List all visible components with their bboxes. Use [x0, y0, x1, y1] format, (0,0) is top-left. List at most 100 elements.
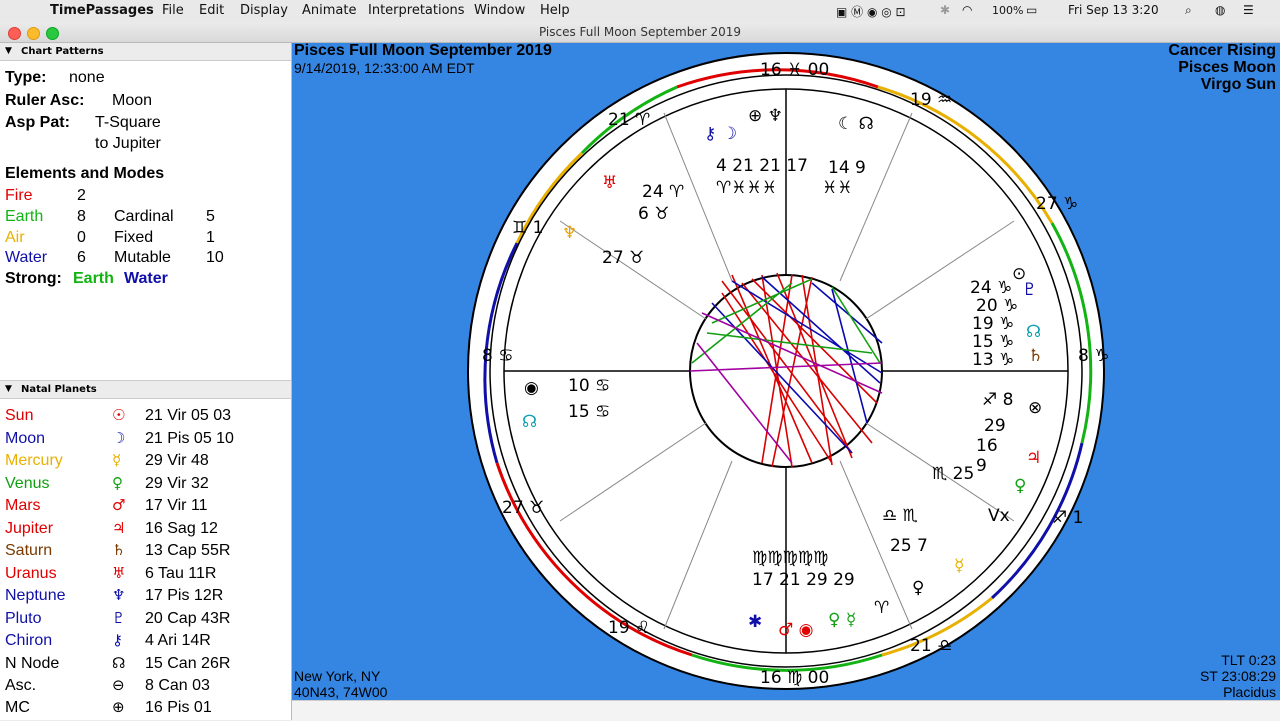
menu-display[interactable]: Display: [240, 3, 288, 18]
svg-text:27 ♉: 27 ♉: [502, 498, 544, 518]
element-earth-count: 8: [77, 208, 86, 225]
chart-patterns-header[interactable]: ▼ Chart Patterns: [0, 43, 291, 61]
menu-interpretations[interactable]: Interpretations: [368, 3, 465, 18]
menu-edit[interactable]: Edit: [199, 3, 224, 18]
element-air: Air: [5, 229, 25, 246]
svg-text:♀ ☿: ♀ ☿: [828, 610, 856, 630]
planet-name[interactable]: Venus: [5, 475, 49, 493]
svg-text:4 21 21 17: 4 21 21 17: [716, 156, 808, 176]
planet-name[interactable]: Saturn: [5, 542, 52, 560]
siri-icon[interactable]: ◍: [1215, 3, 1225, 17]
status-app-icons[interactable]: ▣ Ⓜ ◉ ◎ ⊡: [836, 3, 906, 20]
tlt-readout: TLT 0:23: [1221, 652, 1276, 668]
svg-text:8 ♋: 8 ♋: [482, 346, 513, 366]
svg-text:20 ♑: 20 ♑: [976, 296, 1018, 316]
element-water-count: 6: [77, 249, 86, 266]
menu-window[interactable]: Window: [474, 3, 525, 18]
svg-text:♅: ♅: [602, 173, 617, 193]
svg-text:♐ 8: ♐ 8: [982, 390, 1013, 410]
planet-name[interactable]: Mars: [5, 497, 41, 515]
bluetooth-icon[interactable]: ✱: [940, 3, 950, 17]
planet-name[interactable]: Chiron: [5, 632, 52, 650]
natal-planets-header[interactable]: ▼ Natal Planets: [0, 380, 291, 399]
wifi-icon[interactable]: ◠: [962, 3, 972, 17]
chart-area[interactable]: 16 ♓ 00 16 ♍ 00 19 ♒ 21 ♈ 27 ♑ ♊ 1 8 ♋ 8…: [292, 43, 1280, 700]
status-bar: [292, 700, 1280, 721]
svg-text:⚷ ☽: ⚷ ☽: [704, 124, 737, 144]
svg-text:13 ♑: 13 ♑: [972, 350, 1014, 370]
disclosure-triangle-icon[interactable]: ▼: [5, 381, 12, 398]
mode-fixed-count: 1: [206, 229, 215, 246]
chart-patterns-title: Chart Patterns: [21, 46, 104, 57]
close-button[interactable]: [8, 27, 21, 40]
planet-position: 16 Sag 12: [145, 520, 218, 537]
svg-text:17 21 29 29: 17 21 29 29: [752, 570, 855, 590]
neptune-icon: ♆: [112, 586, 126, 604]
menu-animate[interactable]: Animate: [302, 3, 356, 18]
sun-sign: Virgo Sun: [1200, 76, 1276, 93]
ruler-asc-value: Moon: [112, 92, 153, 109]
planet-name[interactable]: Pluto: [5, 610, 41, 628]
battery-icon[interactable]: ▭: [1026, 3, 1037, 17]
planet-position: 20 Cap 43R: [145, 610, 231, 627]
element-water: Water: [5, 249, 48, 266]
type-value: none: [69, 69, 105, 86]
minimize-button[interactable]: [27, 27, 40, 40]
planet-name[interactable]: Neptune: [5, 587, 66, 605]
planet-name[interactable]: Asc.: [5, 677, 36, 695]
menu-help[interactable]: Help: [540, 3, 570, 18]
midheaven-icon: ⊕: [112, 698, 125, 716]
planet-position: 16 Pis 01: [145, 699, 212, 716]
svg-text:21 ♎: 21 ♎: [910, 636, 952, 656]
chart-title: Pisces Full Moon September 2019: [294, 42, 552, 59]
planet-position: 6 Tau 11R: [145, 565, 217, 582]
menu-file[interactable]: File: [162, 3, 184, 18]
clock[interactable]: Fri Sep 13 3:20: [1068, 3, 1159, 17]
mode-fixed: Fixed: [114, 229, 154, 246]
moon-icon: ☽: [112, 429, 126, 447]
svg-text:21 ♈: 21 ♈: [608, 110, 650, 130]
svg-text:14 9: 14 9: [828, 158, 866, 178]
svg-text:◉: ◉: [524, 378, 539, 398]
planet-name[interactable]: Uranus: [5, 565, 57, 583]
disclosure-triangle-icon[interactable]: ▼: [5, 43, 12, 60]
type-label: Type:: [5, 69, 47, 86]
spotlight-search-icon[interactable]: ⌕: [1185, 3, 1192, 18]
planet-position: 21 Vir 05 03: [145, 407, 231, 424]
chiron-icon: ⚷: [112, 631, 123, 649]
chart-wheel[interactable]: 16 ♓ 00 16 ♍ 00 19 ♒ 21 ♈ 27 ♑ ♊ 1 8 ♋ 8…: [292, 43, 1280, 700]
svg-text:8 ♑: 8 ♑: [1078, 346, 1109, 366]
planet-name[interactable]: Mercury: [5, 452, 63, 470]
window-titlebar: Pisces Full Moon September 2019: [0, 22, 1280, 43]
svg-text:♆: ♆: [562, 223, 577, 243]
planet-position: 29 Vir 32: [145, 475, 209, 492]
planet-name[interactable]: N Node: [5, 655, 59, 673]
element-air-count: 0: [77, 229, 86, 246]
planet-name[interactable]: Jupiter: [5, 520, 53, 538]
planet-position: 15 Can 26R: [145, 655, 231, 672]
svg-text:29: 29: [984, 416, 1006, 436]
planet-name[interactable]: Moon: [5, 430, 45, 448]
menu-app-name[interactable]: TimePassages: [50, 3, 154, 18]
strong-label: Strong:: [5, 270, 62, 287]
svg-text:☊: ☊: [1026, 322, 1041, 342]
aspect-pattern-target: to Jupiter: [95, 135, 161, 152]
svg-text:♀: ♀: [1014, 476, 1026, 496]
chart-datetime: 9/14/2019, 12:33:00 AM EDT: [294, 60, 475, 76]
jupiter-icon: ♃: [112, 519, 126, 537]
strong-earth: Earth: [73, 270, 114, 287]
natal-planets-title: Natal Planets: [21, 384, 97, 395]
planet-name[interactable]: MC: [5, 699, 30, 717]
svg-text:♐ 1: ♐ 1: [1052, 508, 1083, 528]
notification-center-icon[interactable]: ☰: [1243, 3, 1254, 17]
svg-text:16 ♓ 00: 16 ♓ 00: [760, 60, 829, 80]
zoom-button[interactable]: [46, 27, 59, 40]
pluto-icon: ♇: [112, 609, 126, 627]
moon-sign: Pisces Moon: [1178, 59, 1276, 76]
svg-text:♈: ♈: [874, 598, 889, 618]
svg-text:♈♓♓♓: ♈♓♓♓: [716, 178, 777, 198]
planet-name[interactable]: Sun: [5, 407, 33, 425]
svg-text:19 ♌: 19 ♌: [608, 618, 650, 638]
svg-text:24 ♈: 24 ♈: [642, 182, 684, 202]
svg-text:♂ ◉: ♂ ◉: [778, 620, 813, 640]
